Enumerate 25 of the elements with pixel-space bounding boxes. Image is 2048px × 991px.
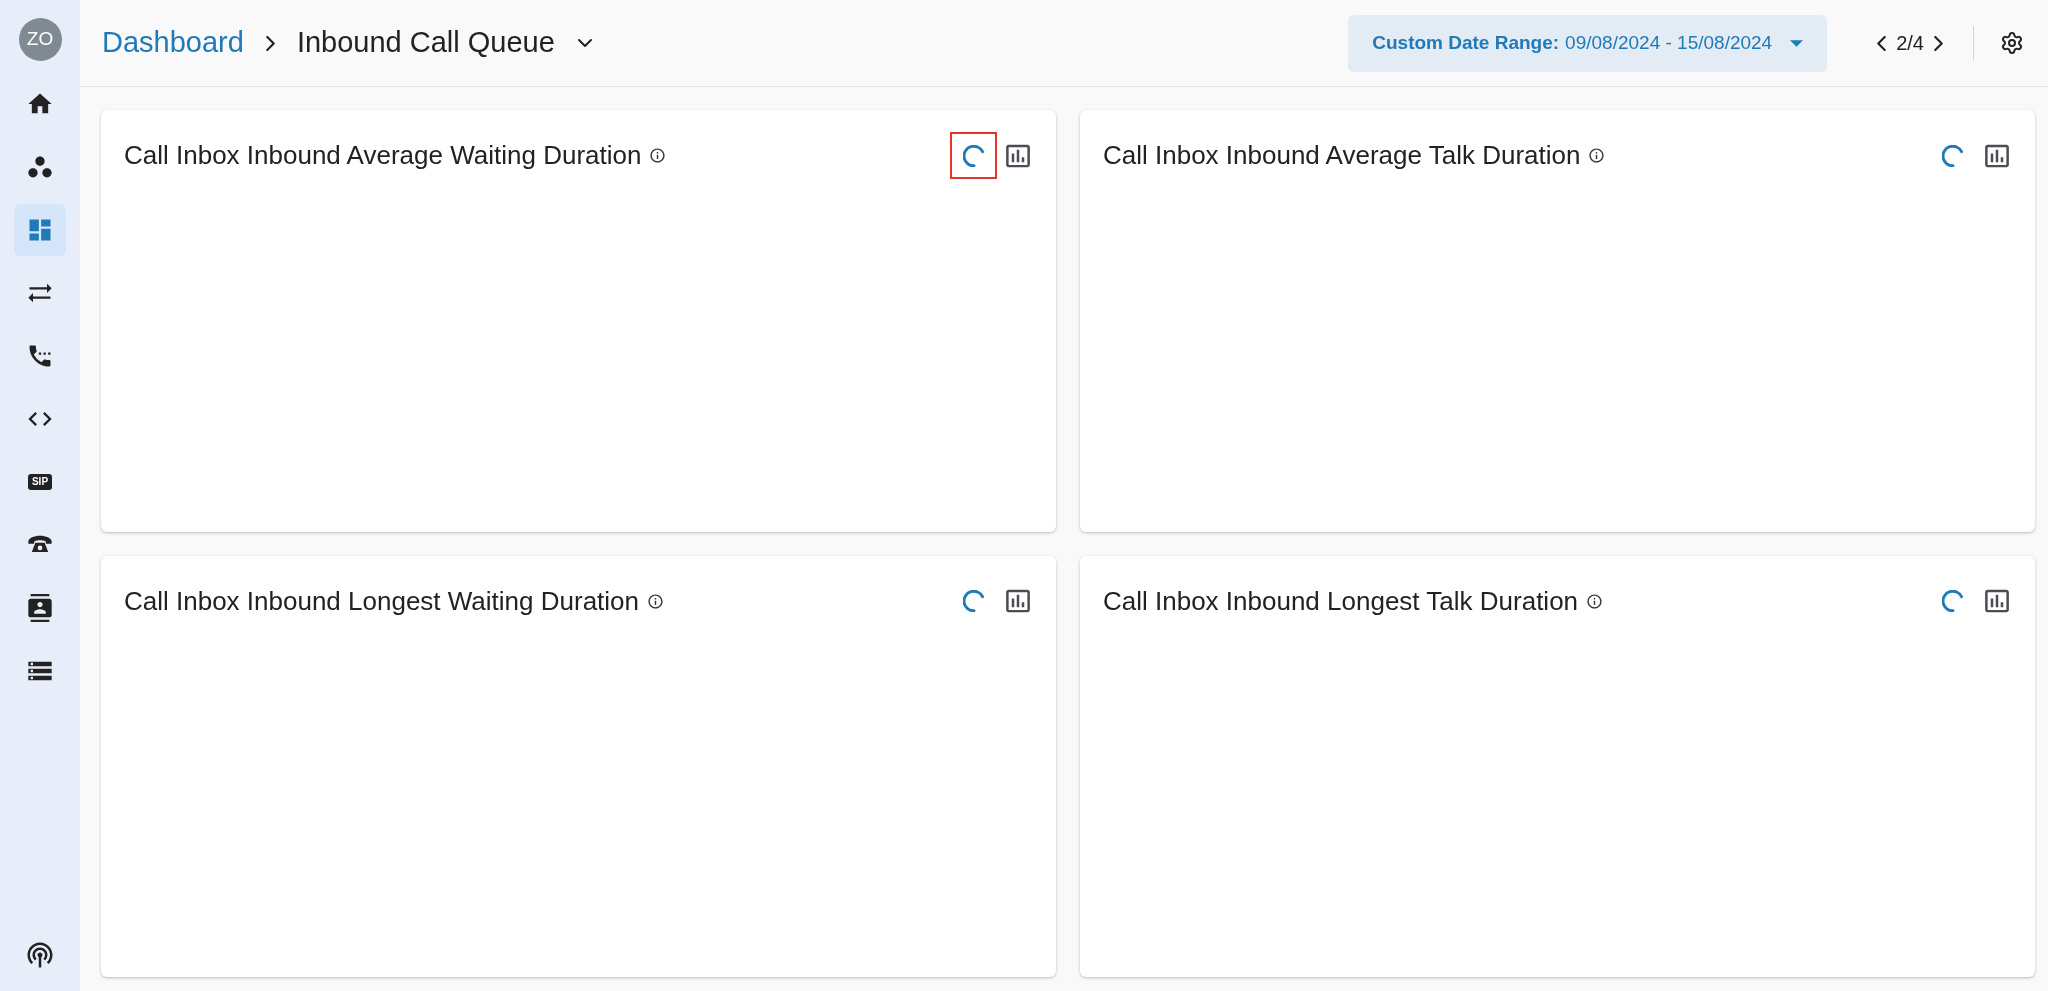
page-title: Inbound Call Queue (296, 25, 555, 61)
caret-icon (1790, 39, 1804, 47)
card-title: Call Inbox Inbound Average Waiting Duration (124, 139, 642, 172)
card-title: Call Inbox Inbound Longest Talk Duration (1103, 584, 1579, 618)
page-counter: 2/4 (1896, 31, 1924, 56)
info-icon[interactable] (1586, 592, 1604, 610)
breadcrumb-link[interactable]: Dashboard (102, 21, 244, 65)
date-range-button[interactable]: Custom Date Range: 09/08/2024 - 15/08/2024 (1348, 14, 1828, 72)
info-icon[interactable] (647, 592, 665, 610)
card-title: Call Inbox Inbound Longest Waiting Duration (124, 584, 640, 618)
nav-item[interactable]: SIP (14, 456, 66, 508)
settings-icon (2000, 31, 2024, 55)
chevron-left-icon (1877, 35, 1887, 51)
user-avatar[interactable]: ZO (18, 18, 62, 61)
chevron-right-icon (1934, 35, 1943, 51)
contact-card-icon (26, 594, 54, 622)
next-page-button[interactable] (1934, 35, 1943, 51)
settings-button[interactable] (2000, 31, 2024, 55)
info-icon[interactable] (649, 147, 667, 164)
card-title: Call Inbox Inbound Average Talk Duration (1103, 139, 1581, 172)
info-icon[interactable] (1588, 147, 1606, 164)
chevron-right-icon (265, 35, 275, 51)
antenna-icon (25, 940, 55, 970)
sip-badge: SIP (27, 474, 53, 490)
previous-page-button[interactable] (1877, 35, 1887, 51)
